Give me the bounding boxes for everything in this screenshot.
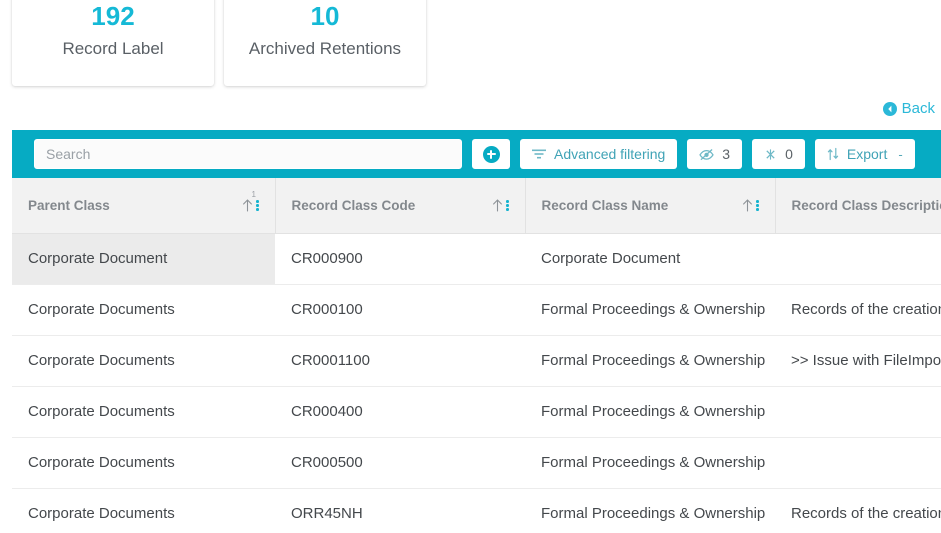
record-class-table: Parent Class 1 Record Class Code Record … xyxy=(12,178,941,533)
cell-record-class-code[interactable]: CR000900 xyxy=(275,233,525,285)
eye-slash-icon xyxy=(699,148,715,160)
record-class-list-page: 192 Record Label 10 Archived Retentions … xyxy=(0,0,941,533)
stat-label: Record Label xyxy=(62,39,164,58)
stat-card-group: 192 Record Label 10 Archived Retentions xyxy=(0,0,426,86)
cell-record-class-name[interactable]: Formal Proceedings & Ownership xyxy=(525,437,775,489)
export-button[interactable]: Export - xyxy=(814,139,915,169)
advanced-filtering-button[interactable]: Advanced filtering xyxy=(520,139,678,169)
cell-record-class-name[interactable]: Corporate Document xyxy=(525,233,775,285)
cell-record-class-name[interactable]: Formal Proceedings & Ownership xyxy=(525,386,775,438)
column-menu-icon[interactable] xyxy=(756,198,759,212)
cell-parent-class[interactable]: Corporate Documents xyxy=(12,284,275,336)
record-class-table-scroll[interactable]: Parent Class 1 Record Class Code Record … xyxy=(12,178,941,533)
export-label: Export xyxy=(846,146,888,162)
sort-arrows-icon xyxy=(827,147,839,161)
cell-record-class-name[interactable]: Formal Proceedings & Ownership xyxy=(525,488,775,533)
cell-record-class-description[interactable]: Records of the creation a xyxy=(775,488,941,533)
table-row[interactable]: Corporate Documents CR000400 Formal Proc… xyxy=(12,386,941,438)
table-body: Corporate Document CR000900 Corporate Do… xyxy=(12,233,941,533)
column-header-label: Parent Class xyxy=(28,197,110,213)
table-row[interactable]: Corporate Documents ORR45NH Formal Proce… xyxy=(12,488,941,533)
cell-record-class-description[interactable]: >> Issue with FileImport - xyxy=(775,335,941,387)
table-row[interactable]: Corporate Document CR000900 Corporate Do… xyxy=(12,233,941,285)
circle-chevron-left-icon xyxy=(882,102,897,116)
advanced-filtering-label: Advanced filtering xyxy=(554,146,666,162)
table-row[interactable]: Corporate Documents CR000500 Formal Proc… xyxy=(12,437,941,489)
chevron-down-icon: - xyxy=(898,146,903,162)
column-header-record-class-name[interactable]: Record Class Name xyxy=(525,178,776,234)
column-menu-icon[interactable] xyxy=(256,198,259,212)
cell-record-class-name[interactable]: Formal Proceedings & Ownership xyxy=(525,284,775,336)
stat-value: 192 xyxy=(91,1,135,31)
pinned-columns-count: 0 xyxy=(785,146,793,162)
stat-card-record-label[interactable]: 192 Record Label xyxy=(12,0,214,86)
stat-value: 10 xyxy=(310,1,340,31)
cell-record-class-code[interactable]: ORR45NH xyxy=(275,488,525,533)
table-toolbar: Advanced filtering 3 0 Export xyxy=(12,130,941,178)
pin-off-icon xyxy=(766,148,775,160)
cell-parent-class[interactable]: Corporate Documents xyxy=(12,335,275,387)
cell-record-class-code[interactable]: CR000400 xyxy=(275,386,525,438)
cell-record-class-description[interactable] xyxy=(775,386,941,438)
table-row[interactable]: Corporate Documents CR000100 Formal Proc… xyxy=(12,284,941,336)
filter-icon xyxy=(532,149,546,159)
plus-circle-icon xyxy=(482,145,500,163)
cell-record-class-description[interactable]: Records of the creation a xyxy=(775,284,941,336)
column-menu-icon[interactable] xyxy=(506,198,509,212)
cell-record-class-description[interactable] xyxy=(775,437,941,489)
column-header-label: Record Class Code xyxy=(291,197,416,213)
back-link[interactable]: Back xyxy=(882,100,935,118)
column-header-record-class-code[interactable]: Record Class Code xyxy=(275,178,526,234)
table-header-row: Parent Class 1 Record Class Code Record … xyxy=(12,178,941,234)
search-input[interactable] xyxy=(34,139,462,169)
cell-parent-class[interactable]: Corporate Documents xyxy=(12,386,275,438)
cell-record-class-name[interactable]: Formal Proceedings & Ownership xyxy=(525,335,775,387)
table-header: Parent Class 1 Record Class Code Record … xyxy=(12,178,941,234)
cell-record-class-description[interactable] xyxy=(775,233,941,285)
column-header-label: Record Class Description xyxy=(791,197,941,213)
table-row[interactable]: Corporate Documents CR0001100 Formal Pro… xyxy=(12,335,941,387)
hidden-columns-count: 3 xyxy=(722,146,731,162)
cell-parent-class[interactable]: Corporate Document xyxy=(12,233,275,285)
cell-parent-class[interactable]: Corporate Documents xyxy=(12,488,275,533)
sort-order-index: 1 xyxy=(251,190,256,200)
hidden-columns-button[interactable]: 3 xyxy=(687,139,743,169)
cell-record-class-code[interactable]: CR000500 xyxy=(275,437,525,489)
column-header-label: Record Class Name xyxy=(541,197,669,213)
sort-ascending-icon[interactable] xyxy=(742,198,753,212)
cell-record-class-code[interactable]: CR0001100 xyxy=(275,335,525,387)
sort-ascending-icon[interactable] xyxy=(492,198,503,212)
back-link-label: Back xyxy=(901,100,935,117)
cell-parent-class[interactable]: Corporate Documents xyxy=(12,437,275,489)
pinned-columns-button[interactable]: 0 xyxy=(752,139,805,169)
stat-label: Archived Retentions xyxy=(248,39,402,58)
sort-ascending-icon[interactable]: 1 xyxy=(242,191,256,212)
column-header-record-class-description[interactable]: Record Class Description xyxy=(775,178,941,234)
add-record-class-button[interactable] xyxy=(472,139,510,169)
cell-record-class-code[interactable]: CR000100 xyxy=(275,284,525,336)
stat-card-archived-retentions[interactable]: 10 Archived Retentions xyxy=(224,0,426,86)
column-header-parent-class[interactable]: Parent Class 1 xyxy=(12,178,276,234)
